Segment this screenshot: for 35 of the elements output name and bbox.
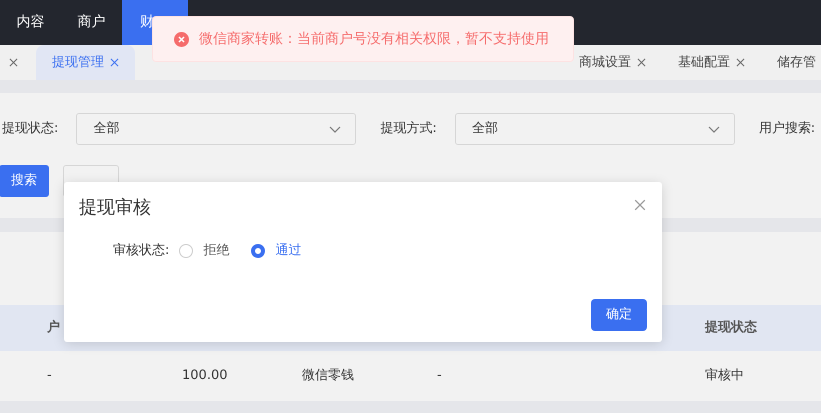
radio-option[interactable]: 通过 bbox=[251, 241, 302, 260]
close-icon[interactable] bbox=[110, 58, 119, 67]
close-icon[interactable] bbox=[9, 58, 18, 67]
error-icon bbox=[174, 32, 189, 46]
table-cell-text: 微信零钱 bbox=[302, 367, 355, 386]
table-cell-text: 100.00 bbox=[182, 367, 228, 386]
radio-option[interactable]: 拒绝 bbox=[179, 241, 230, 260]
nav-item[interactable]: 内容 bbox=[0, 0, 61, 45]
close-icon[interactable] bbox=[736, 58, 745, 67]
column-header: 提现状态 bbox=[705, 319, 758, 338]
select-field[interactable]: 全部 bbox=[454, 113, 735, 145]
select-value: 全部 bbox=[93, 120, 120, 138]
table-cell-text: 审核中 bbox=[705, 367, 745, 386]
select-field[interactable]: 全部 bbox=[76, 113, 356, 145]
tab[interactable]: 储存管 bbox=[761, 45, 821, 80]
table-cell-text: - bbox=[47, 367, 53, 386]
field-label: 审核状态: bbox=[113, 242, 170, 260]
filter-label: 用户搜索: bbox=[758, 120, 816, 138]
table-cell-text: - bbox=[437, 367, 443, 386]
select-value: 全部 bbox=[472, 120, 498, 138]
nav-item[interactable]: 商户 bbox=[61, 0, 122, 45]
dialog-title: 提现审核 bbox=[79, 196, 151, 220]
tab[interactable]: 商城设置 bbox=[563, 45, 662, 80]
filter-label: 提现方式: bbox=[379, 120, 438, 138]
toast-message: 微信商家转账：当前商户号没有相关权限，暂不支持使用 bbox=[199, 30, 549, 48]
column-header: 户 bbox=[47, 318, 61, 338]
confirm-button[interactable]: 确定 bbox=[591, 299, 647, 331]
search-button[interactable]: 搜索 bbox=[0, 165, 49, 197]
close-icon[interactable] bbox=[637, 58, 646, 67]
close-icon[interactable] bbox=[634, 199, 646, 211]
chevron-down-icon bbox=[708, 126, 720, 132]
tab[interactable]: 基础配置 bbox=[662, 45, 761, 80]
filter-label: 提现状态: bbox=[1, 120, 60, 138]
tab[interactable]: 提现管理 bbox=[36, 45, 135, 80]
chevron-down-icon bbox=[329, 126, 342, 132]
